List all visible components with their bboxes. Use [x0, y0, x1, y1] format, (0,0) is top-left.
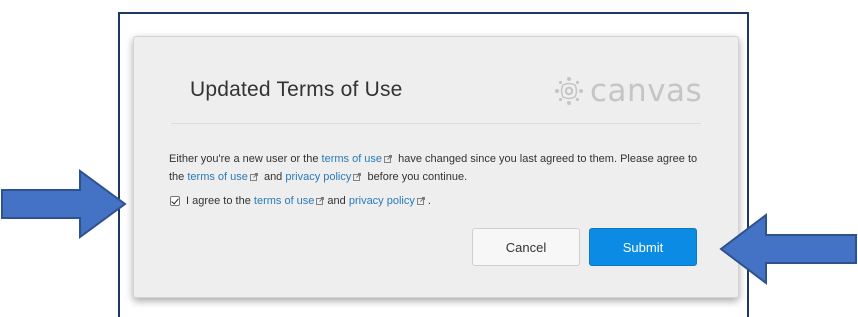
external-link-icon [316, 197, 325, 205]
right-arrow-annotation [1, 169, 127, 239]
agree-text: . [427, 195, 431, 207]
message-text: before you continue. [364, 171, 468, 183]
agree-text: and [327, 195, 346, 207]
privacy-policy-link[interactable]: privacy policy [285, 171, 351, 183]
submit-button[interactable]: Submit [589, 228, 697, 266]
canvas-logo-icon [555, 77, 583, 105]
divider [171, 123, 701, 124]
terms-of-use-link[interactable]: terms of use [187, 171, 248, 183]
external-link-icon [416, 197, 425, 205]
message-text: and [260, 171, 286, 183]
agree-checkbox[interactable] [170, 196, 180, 206]
terms-of-use-link[interactable]: terms of use [254, 195, 315, 207]
terms-message: Either you're a new user or the terms of… [169, 150, 709, 186]
dialog-title: Updated Terms of Use [190, 78, 403, 101]
terms-dialog: Updated Terms of Use canvas Either you'r… [133, 36, 739, 298]
agree-text: I agree to the [186, 195, 251, 207]
logo-text: canvas [590, 73, 703, 109]
left-arrow-annotation [719, 212, 857, 286]
agree-checkbox-row[interactable]: I agree to the terms of use and privacy … [170, 195, 431, 207]
external-link-icon [353, 173, 362, 181]
external-link-icon [249, 173, 258, 181]
external-link-icon [384, 155, 392, 163]
cancel-button[interactable]: Cancel [472, 228, 580, 266]
message-text: Either you're a new user or the [169, 153, 322, 165]
terms-of-use-link[interactable]: terms of use [322, 153, 383, 165]
canvas-logo: canvas [554, 73, 703, 109]
privacy-policy-link[interactable]: privacy policy [349, 195, 415, 207]
